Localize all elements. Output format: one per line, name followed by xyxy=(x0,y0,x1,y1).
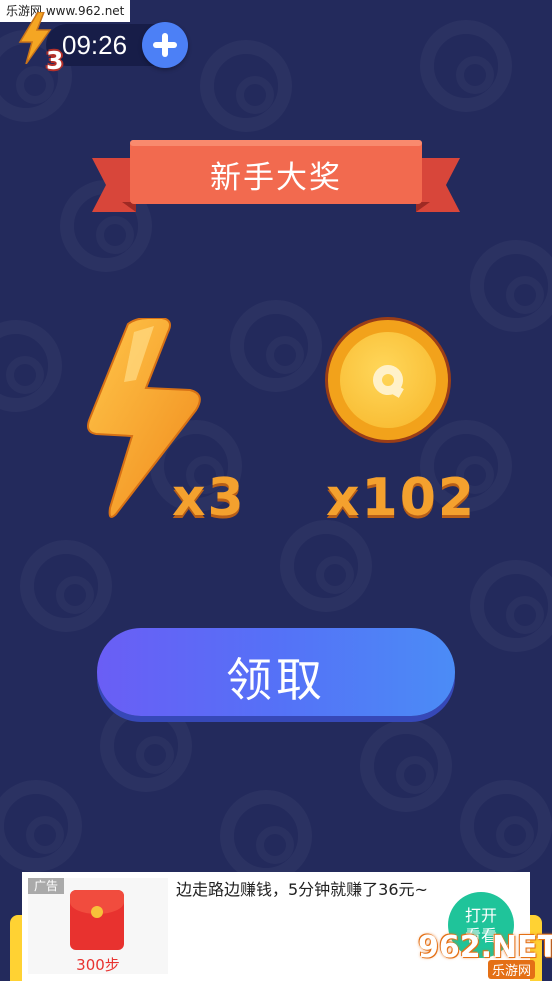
coin-reward-quantity: x102 xyxy=(326,468,477,528)
claim-button[interactable]: 领取 xyxy=(97,628,455,716)
red-packet-icon xyxy=(70,890,124,950)
ad-tag: 广告 xyxy=(28,878,65,894)
ad-text[interactable]: 边走路边赚钱，5分钟就赚了36元~ xyxy=(176,878,446,902)
energy-count: 3 xyxy=(46,46,64,75)
ad-open-line1: 打开 xyxy=(464,906,497,925)
ad-steps: 300步 xyxy=(76,956,120,974)
coin-icon xyxy=(325,317,451,443)
watermark-sub: 乐游网 xyxy=(488,960,536,979)
energy-reward-quantity: x3 xyxy=(172,468,246,528)
add-energy-button[interactable] xyxy=(142,22,188,68)
energy-timer: 09:26 xyxy=(62,30,128,60)
watermark-logo: 962.NET 乐游网 xyxy=(418,930,552,979)
ribbon-title: 新手大奖 xyxy=(210,160,342,196)
claim-button-label: 领取 xyxy=(226,653,326,707)
energy-status: 3 09:26 xyxy=(10,8,200,75)
reward-ribbon: 新手大奖 xyxy=(92,140,460,216)
ad-thumbnail[interactable]: 广告 300步 xyxy=(28,878,168,974)
